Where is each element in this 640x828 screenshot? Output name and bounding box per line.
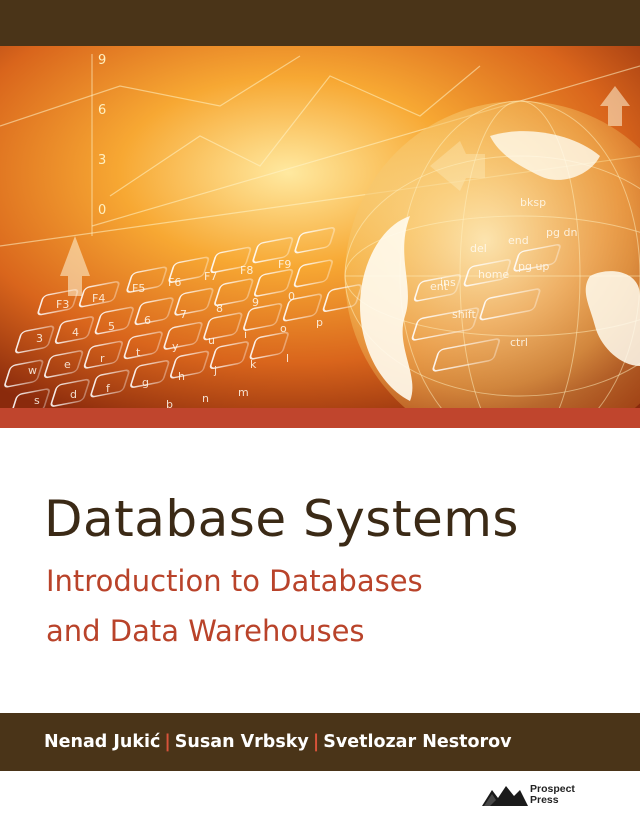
key-label: 4 <box>72 326 79 339</box>
top-band <box>0 0 640 46</box>
key-label: shift <box>452 308 476 321</box>
key-label: o <box>280 322 287 335</box>
key-label: j <box>213 364 217 377</box>
key-label: bksp <box>520 196 546 209</box>
key-label: e <box>64 358 71 371</box>
publisher-name-line-2: Press <box>530 794 559 806</box>
key-label: h <box>178 370 185 383</box>
author-separator: | <box>312 732 320 752</box>
key-label: F9 <box>278 258 291 271</box>
key-label: F3 <box>56 298 69 311</box>
publisher-name: Prospect Press <box>530 784 575 806</box>
book-title: Database Systems <box>44 490 519 548</box>
axis-number: 6 <box>98 103 106 118</box>
author-name: Nenad Jukić <box>44 732 161 752</box>
key-label: m <box>238 386 249 399</box>
key-label: ent <box>430 280 449 293</box>
key-label: home <box>478 268 509 281</box>
key-label: p <box>316 316 323 329</box>
key-label: 3 <box>36 332 43 345</box>
key-label: F7 <box>204 270 217 283</box>
key-label: d <box>70 388 77 401</box>
key-label: i <box>244 328 247 341</box>
accent-stripe <box>0 408 640 428</box>
key-label: y <box>172 340 179 353</box>
key-label: l <box>286 352 289 365</box>
key-label: F5 <box>132 282 145 295</box>
key-label: g <box>142 376 149 389</box>
key-label: ctrl <box>510 336 528 349</box>
key-label: t <box>136 346 141 359</box>
key-label: del <box>470 242 487 255</box>
key-label: 0 <box>288 290 295 303</box>
key-label: k <box>250 358 257 371</box>
author-separator: | <box>164 732 171 752</box>
key-label: b <box>166 398 173 408</box>
key-label: F6 <box>168 276 181 289</box>
key-label: end <box>508 234 529 247</box>
axis-number: 0 <box>98 203 106 218</box>
key-label: F4 <box>92 292 105 305</box>
key-label: w <box>28 364 37 377</box>
key-label: 9 <box>252 296 259 309</box>
book-subtitle-line-2: and Data Warehouses <box>46 614 365 648</box>
key-label: r <box>100 352 105 365</box>
cover-illustration: 9 6 3 0 F3 F4 F5 F6 F7 F8 F9 3 4 5 6 7 8… <box>0 46 640 408</box>
author-name: Susan Vrbsky <box>174 732 309 752</box>
key-label: 7 <box>180 308 187 321</box>
key-label: 8 <box>216 302 223 315</box>
key-label: pg up <box>518 260 549 273</box>
key-label: F8 <box>240 264 253 277</box>
axis-number: 9 <box>98 53 106 68</box>
mountain-logo-icon <box>482 786 528 806</box>
key-label: 6 <box>144 314 151 327</box>
book-subtitle-line-1: Introduction to Databases <box>46 564 423 598</box>
author-name: Svetlozar Nestorov <box>323 732 512 752</box>
key-label: u <box>208 334 215 347</box>
publisher-logo: Prospect Press <box>482 784 575 806</box>
key-label: s <box>34 394 40 407</box>
author-list: Nenad Jukić | Susan Vrbsky | Svetlozar Nesto… <box>44 732 512 752</box>
author-band: Nenad Jukić | Susan Vrbsky | Svetlozar Nesto… <box>0 713 640 771</box>
key-label: n <box>202 392 209 405</box>
key-label: 5 <box>108 320 115 333</box>
axis-number: 3 <box>98 153 106 168</box>
key-label: pg dn <box>546 226 577 239</box>
